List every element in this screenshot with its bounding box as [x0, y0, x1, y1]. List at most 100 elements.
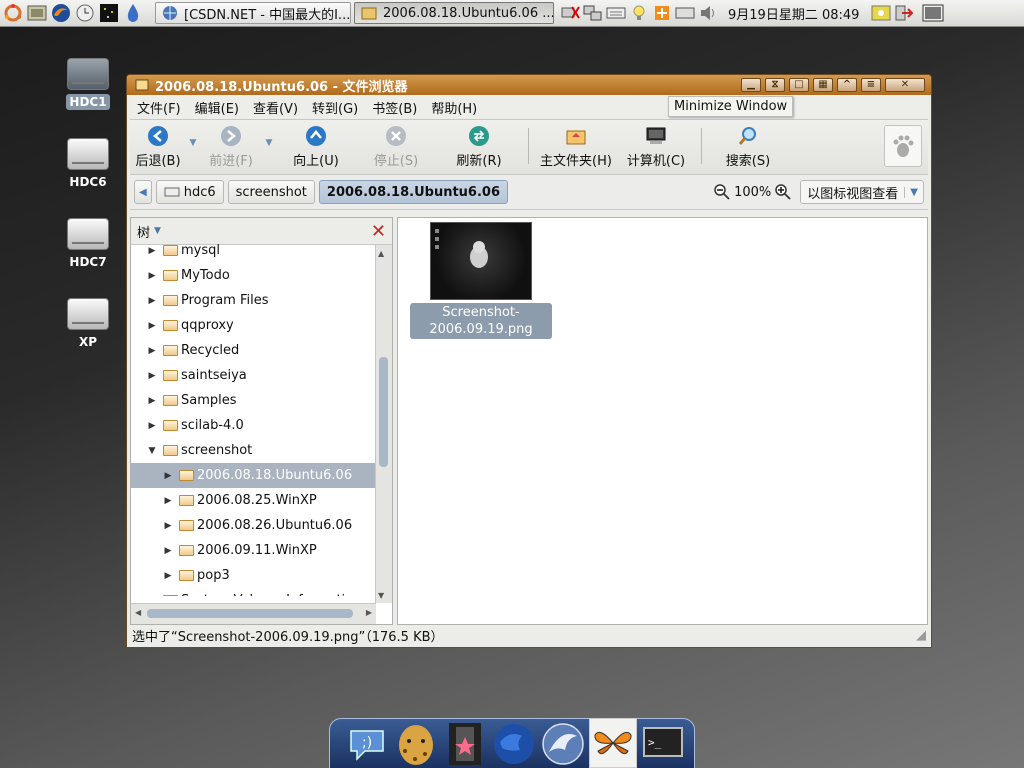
menu-edit[interactable]: 编辑(E) [188, 98, 246, 117]
ubuntu-menu-icon[interactable] [2, 2, 24, 24]
minimize-button[interactable]: ▁ [741, 78, 761, 92]
menu-go[interactable]: 转到(G) [305, 98, 365, 117]
tree-row[interactable]: ▶ scilab-4.0 [131, 413, 376, 438]
clock-app-icon[interactable] [74, 2, 96, 24]
desktop-drive-hdc1[interactable]: HDC1 [64, 58, 112, 110]
expander-closed-icon[interactable]: ▶ [147, 371, 157, 381]
film-icon[interactable] [442, 720, 488, 768]
crumb-current-folder[interactable]: 2006.08.18.Ubuntu6.06 [318, 180, 509, 204]
expander-closed-icon[interactable]: ▶ [163, 496, 173, 506]
menu-help[interactable]: 帮助(H) [424, 98, 484, 117]
tree-row[interactable]: ▶ 2006.08.26.Ubuntu6.06 [131, 513, 376, 538]
reload-button[interactable]: 刷新(R) [436, 120, 522, 169]
keyboard-icon[interactable] [606, 4, 626, 22]
chat-icon[interactable]: ;) [344, 720, 390, 768]
tree-row[interactable]: ▶ qqproxy [131, 313, 376, 338]
window-titlebar[interactable]: 2006.08.18.Ubuntu6.06 - 文件浏览器 ▁ ⧖ □ ▦ ^ … [127, 75, 931, 95]
expander-closed-icon[interactable]: ▶ [147, 296, 157, 306]
zoom-in-icon[interactable] [774, 183, 792, 201]
forward-button[interactable]: 前进(F) [200, 120, 262, 169]
butterfly-icon[interactable] [589, 718, 637, 768]
expander-closed-icon[interactable]: ▶ [147, 271, 157, 281]
tree-row[interactable]: ▶ Program Files [131, 288, 376, 313]
back-history-dropdown[interactable]: ▼ [186, 120, 200, 148]
computer-button[interactable]: 计算机(C) [617, 120, 695, 169]
volume-icon[interactable] [698, 4, 718, 22]
update-notifier-icon[interactable] [652, 4, 672, 22]
menu-view[interactable]: 查看(V) [246, 98, 305, 117]
tree-row[interactable]: ▶ 2006.09.11.WinXP [131, 538, 376, 563]
crumb-screenshot[interactable]: screenshot [227, 180, 315, 204]
firefox-icon[interactable] [50, 2, 72, 24]
tree-row[interactable]: ▶ mysql [131, 238, 376, 263]
stellarium-icon[interactable] [98, 2, 120, 24]
expander-closed-icon[interactable]: ▶ [163, 521, 173, 531]
clock[interactable]: 9月19日星期二 08:49 [728, 4, 859, 23]
file-icon-item[interactable]: Screenshot-2006.09.19.png [410, 222, 552, 339]
chevron-down-icon[interactable]: ▼ [154, 226, 161, 236]
expander-closed-icon[interactable]: ▶ [147, 246, 157, 256]
globe-icon[interactable] [491, 720, 537, 768]
menu-file[interactable]: 文件(F) [130, 98, 188, 117]
water-drop-icon[interactable] [122, 2, 144, 24]
zoom-out-icon[interactable] [713, 183, 731, 201]
shade-button[interactable]: ⧖ [765, 78, 785, 92]
sticky-button[interactable]: ▦ [813, 78, 833, 92]
scroll-right-icon[interactable]: ▶ [366, 608, 372, 617]
notes-icon[interactable] [871, 4, 891, 22]
tree-vertical-scrollbar[interactable]: ▲ ▼ [375, 245, 392, 603]
expander-closed-icon[interactable]: ▶ [163, 471, 173, 481]
crumb-hdc6[interactable]: hdc6 [155, 180, 224, 204]
path-scroll-left-button[interactable]: ◀ [134, 180, 152, 204]
expander-closed-icon[interactable]: ▶ [147, 596, 157, 597]
dolphin-icon[interactable] [540, 720, 586, 768]
window-menu-button[interactable]: ≡ [861, 78, 881, 92]
tree-horizontal-scrollbar[interactable]: ◀ ▶ [131, 603, 376, 624]
tree-row[interactable]: ▶ pop3 [131, 563, 376, 588]
scrollbar-thumb[interactable] [379, 357, 388, 467]
tree-row[interactable]: ▶ Samples [131, 388, 376, 413]
task-csdn[interactable]: [CSDN.NET - 中国最大的I... [155, 2, 351, 24]
tree-row[interactable]: ▶ 2006.08.18.Ubuntu6.06 [131, 463, 376, 488]
view-mode-select[interactable]: 以图标视图查看 ▼ [800, 180, 924, 204]
tree-row[interactable]: ▶ saintseiya [131, 363, 376, 388]
maximize-button[interactable]: □ [789, 78, 809, 92]
expander-closed-icon[interactable]: ▶ [147, 421, 157, 431]
tree-row[interactable]: ▼ screenshot [131, 438, 376, 463]
scroll-down-icon[interactable]: ▼ [378, 591, 384, 600]
forward-history-dropdown[interactable]: ▼ [262, 120, 276, 148]
network-disconnected-icon[interactable] [560, 4, 580, 22]
scroll-up-icon[interactable]: ▲ [378, 249, 384, 258]
raise-button[interactable]: ^ [837, 78, 857, 92]
terminal-icon[interactable]: >_ [640, 720, 686, 768]
back-button[interactable]: 后退(B) [130, 120, 186, 169]
desktop-drive-hdc6[interactable]: HDC6 [64, 138, 112, 190]
task-file-browser[interactable]: 2006.08.18.Ubuntu6.06 ... [354, 2, 554, 24]
close-button[interactable]: ✕ [885, 78, 925, 92]
home-button[interactable]: 主文件夹(H) [535, 120, 617, 169]
search-button[interactable]: 搜索(S) [708, 120, 788, 169]
menu-bookmarks[interactable]: 书签(B) [365, 98, 424, 117]
tree-row[interactable]: ▶ Recycled [131, 338, 376, 363]
expander-closed-icon[interactable]: ▶ [147, 321, 157, 331]
workspace-switcher[interactable] [922, 4, 944, 22]
scroll-left-icon[interactable]: ◀ [135, 608, 141, 617]
expander-closed-icon[interactable]: ▶ [163, 546, 173, 556]
keyboard-layout-icon[interactable] [675, 4, 695, 22]
cheetah-icon[interactable] [393, 720, 439, 768]
desktop-drive-xp[interactable]: XP [64, 298, 112, 350]
logout-icon[interactable] [894, 4, 914, 22]
expander-open-icon[interactable]: ▼ [147, 446, 157, 456]
lightbulb-icon[interactable] [629, 4, 649, 22]
tree-row[interactable]: ▶ 2006.08.25.WinXP [131, 488, 376, 513]
scrollbar-thumb[interactable] [147, 609, 353, 618]
desktop-drive-hdc7[interactable]: HDC7 [64, 218, 112, 270]
expander-closed-icon[interactable]: ▶ [147, 396, 157, 406]
expander-closed-icon[interactable]: ▶ [163, 571, 173, 581]
expander-closed-icon[interactable]: ▶ [147, 346, 157, 356]
icon-view[interactable]: Screenshot-2006.09.19.png [397, 217, 928, 625]
stop-button[interactable]: 停止(S) [356, 120, 436, 169]
tree-row[interactable]: ▶ System Volume Information [131, 588, 376, 596]
network-icon[interactable] [583, 4, 603, 22]
resize-grip-icon[interactable]: ◢ [916, 628, 926, 643]
